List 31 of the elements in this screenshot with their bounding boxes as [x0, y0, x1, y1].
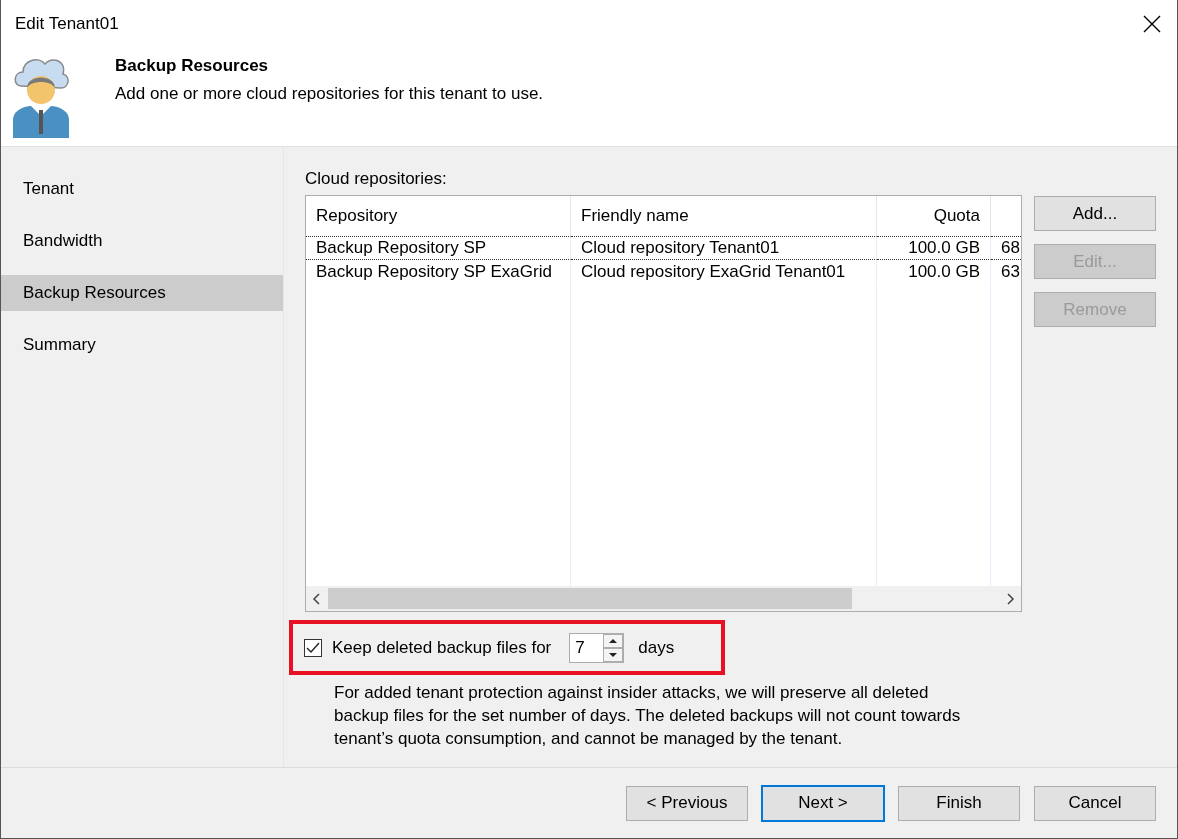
window-title: Edit Tenant01: [15, 14, 119, 34]
page-subtitle: Add one or more cloud repositories for this tenant to use.: [115, 84, 544, 104]
table-cell[interactable]: Cloud repository Tenant01: [571, 236, 877, 260]
checkbox[interactable]: [304, 638, 322, 657]
wizard-button[interactable]: Next >: [762, 785, 884, 821]
table-cell[interactable]: Backup Repository SP: [306, 236, 571, 260]
close-icon[interactable]: [1143, 15, 1161, 33]
scroll-right-icon[interactable]: [1005, 592, 1015, 605]
scroll-left-icon[interactable]: [312, 592, 322, 605]
table-cell[interactable]: 100.0 GB: [877, 236, 991, 260]
table-cell[interactable]: Backup Repository SP ExaGrid: [306, 260, 571, 284]
table-cell[interactable]: 100.0 GB: [877, 260, 991, 284]
checkbox-label[interactable]: Keep deleted backup files for: [332, 637, 552, 658]
horizontal-scrollbar[interactable]: [306, 586, 1021, 611]
unit-label: days: [638, 637, 675, 658]
column-header[interactable]: Friendly name: [571, 196, 877, 236]
section-label: Cloud repositories:: [305, 169, 448, 189]
sidebar-item[interactable]: Bandwidth: [1, 223, 283, 259]
help-text: For added tenant protection against insider attacks, we will preserve all deleted backup files for the set number of days. The deleted backups will not count towards tenant’s quota consumption, and cannot be managed by the tenant.: [334, 682, 962, 750]
sidebar-item[interactable]: Backup Resources: [1, 275, 283, 311]
table-cell[interactable]: Cloud repository ExaGrid Tenant01: [571, 260, 877, 284]
wizard-button[interactable]: Finish: [898, 785, 1020, 821]
action-button[interactable]: Add...: [1034, 196, 1156, 231]
wizard-button[interactable]: Cancel: [1034, 785, 1156, 821]
sidebar-item[interactable]: Tenant: [1, 171, 283, 207]
days-spinner[interactable]: 7: [569, 632, 625, 663]
sidebar-item[interactable]: Summary: [1, 327, 283, 363]
page-title: Backup Resources: [115, 56, 270, 76]
column-header[interactable]: Quota: [877, 196, 991, 236]
wizard-button[interactable]: < Previous: [626, 785, 748, 821]
column-header[interactable]: Repository: [306, 196, 571, 236]
